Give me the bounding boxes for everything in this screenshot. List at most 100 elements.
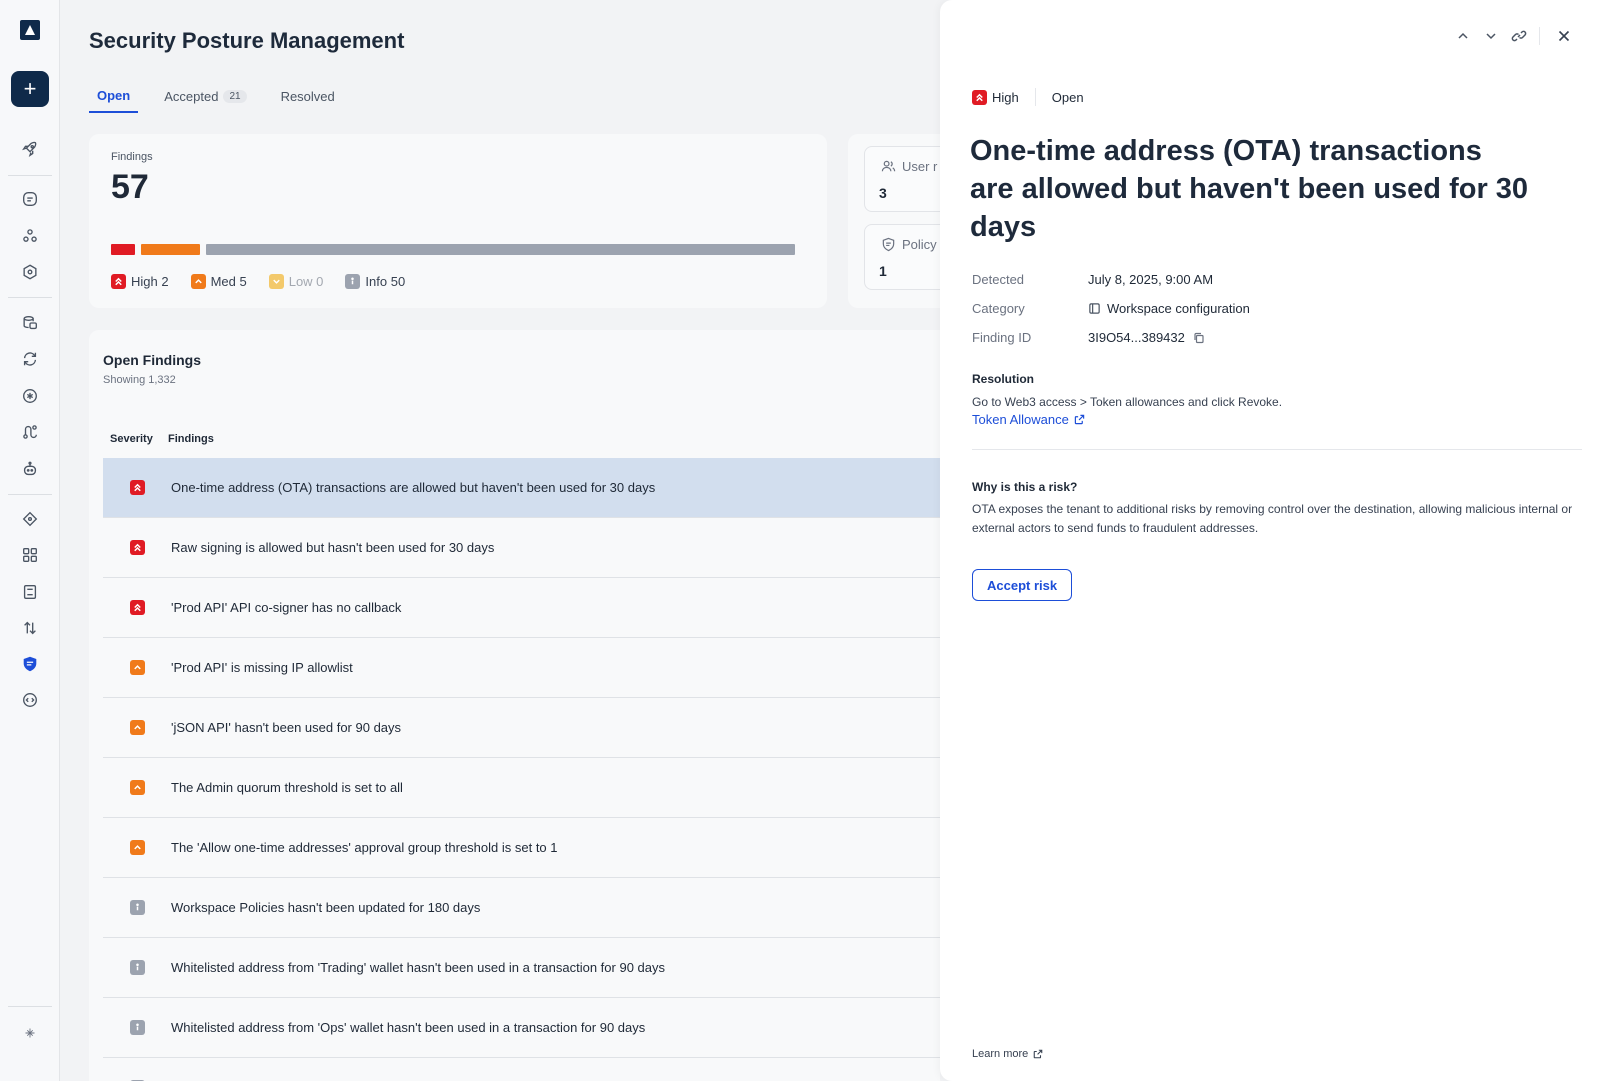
severity-bar-info: [206, 244, 795, 255]
learn-more-link[interactable]: Learn more: [972, 1048, 1043, 1060]
finding-text: Whitelisted address from 'Trading' walle…: [171, 960, 665, 975]
category-value: Workspace configuration: [1107, 301, 1250, 316]
severity-distribution-bar: [111, 244, 801, 255]
sparkle-icon[interactable]: [20, 1023, 40, 1043]
policy-value: 1: [879, 263, 887, 279]
resolution-text: Go to Web3 access > Token allowances and…: [972, 395, 1283, 409]
copy-link-button[interactable]: [1507, 24, 1531, 48]
sort-icon[interactable]: [20, 618, 40, 638]
finding-text: 'Prod API' is missing IP allowlist: [171, 660, 353, 675]
finding-id-row: Finding ID 3I9O54...389432: [972, 330, 1205, 345]
table-row[interactable]: One-time address (OTA) transactions are …: [103, 458, 940, 518]
sidebar-divider: [8, 494, 52, 495]
main-content: Security Posture Management Open Accepte…: [60, 0, 940, 1081]
code-icon[interactable]: [20, 690, 40, 710]
finding-detail-drawer: High Open One-time address (OTA) transac…: [940, 0, 1600, 1081]
sidebar-divider: [8, 297, 52, 298]
table-row[interactable]: 'Prod API' API co-signer has no callback: [103, 578, 940, 638]
table-row[interactable]: The Admin quorum threshold is set to all: [103, 758, 940, 818]
legend-info[interactable]: Info 50: [345, 274, 405, 289]
close-drawer-button[interactable]: [1552, 24, 1576, 48]
accept-risk-button[interactable]: Accept risk: [972, 569, 1073, 601]
medium-severity-icon: [129, 780, 145, 795]
table-row[interactable]: Whitelisted address from 'Trading' walle…: [103, 938, 940, 998]
drawer-badges: High Open: [972, 88, 1084, 106]
network-icon[interactable]: [20, 509, 40, 529]
tab-count-badge: 21: [223, 90, 247, 103]
sidebar-divider: [8, 1006, 52, 1007]
risk-text: OTA exposes the tenant to additional ris…: [972, 502, 1573, 535]
refresh-icon[interactable]: [20, 349, 40, 369]
table-row[interactable]: The 'Allow one-time addresses' approval …: [103, 818, 940, 878]
chevron-down-icon: [1486, 33, 1496, 40]
previous-finding-button[interactable]: [1451, 24, 1475, 48]
external-link-icon: [1033, 1049, 1043, 1059]
database-icon[interactable]: [20, 313, 40, 333]
asterisk-icon[interactable]: [20, 386, 40, 406]
table-row[interactable]: 'jSON API' hasn't been used for 90 days: [103, 698, 940, 758]
book-icon[interactable]: [20, 582, 40, 602]
policy-icon: [882, 237, 895, 252]
high-severity-icon: [129, 600, 145, 615]
users-icon[interactable]: [20, 226, 40, 246]
detected-value: July 8, 2025, 9:00 AM: [1088, 272, 1214, 287]
severity-legend: High 2 Med 5 Low 0 Info 50: [111, 274, 427, 289]
tab-accepted[interactable]: Accepted 21: [156, 86, 254, 113]
sidebar: +: [0, 0, 60, 1081]
hexagon-icon[interactable]: [20, 262, 40, 282]
page-title: Security Posture Management: [89, 28, 405, 53]
new-button[interactable]: +: [11, 71, 49, 107]
user-roles-title: User r: [902, 159, 938, 174]
shield-icon[interactable]: [20, 654, 40, 674]
rocket-icon[interactable]: [20, 139, 40, 159]
legend-med[interactable]: Med 5: [190, 274, 247, 289]
user-roles-card[interactable]: User r 3: [864, 146, 940, 212]
copy-icon[interactable]: [1193, 332, 1205, 344]
finding-text: The Admin quorum threshold is set to all: [171, 780, 403, 795]
tab-resolved[interactable]: Resolved: [273, 86, 343, 113]
severity-bar-high: [111, 244, 135, 255]
finding-text: Workspace Policies hasn't been updated f…: [171, 900, 481, 915]
medium-severity-icon: [129, 840, 145, 855]
severity-badge: High: [992, 89, 1019, 105]
resolution-heading: Resolution: [972, 372, 1034, 386]
close-icon: [1558, 30, 1570, 42]
finding-text: 'Prod API' API co-signer has no callback: [171, 600, 402, 615]
workflow-icon[interactable]: [20, 422, 40, 442]
link-icon: [1511, 30, 1527, 42]
chevron-up-icon: [1458, 32, 1468, 39]
legend-high[interactable]: High 2: [111, 274, 169, 289]
column-header-severity[interactable]: Severity: [110, 433, 153, 445]
high-severity-icon: [129, 480, 145, 495]
apps-icon[interactable]: [20, 545, 40, 565]
finding-text: The 'Allow one-time addresses' approval …: [171, 840, 558, 855]
table-row[interactable]: Raw signing is allowed but hasn't been u…: [103, 518, 940, 578]
medium-severity-icon: [129, 720, 145, 735]
table-row[interactable]: 'Prod API' is missing IP allowlist: [103, 638, 940, 698]
policy-title: Policy: [902, 237, 937, 252]
high-severity-icon: [972, 89, 987, 105]
tab-open[interactable]: Open: [89, 86, 139, 113]
finding-title: One-time address (OTA) transactions are …: [970, 135, 1529, 243]
legend-low[interactable]: Low 0: [268, 274, 323, 289]
next-finding-button[interactable]: [1479, 24, 1503, 48]
high-severity-icon: [111, 274, 126, 289]
chat-icon[interactable]: [20, 189, 40, 209]
status-badge: Open: [1051, 89, 1084, 105]
drawer-toolbar: [1447, 24, 1576, 48]
column-header-findings[interactable]: Findings: [168, 433, 214, 445]
robot-icon[interactable]: [20, 459, 40, 479]
high-severity-icon: [129, 540, 145, 555]
info-severity-icon: [129, 900, 145, 915]
findings-total: 57: [111, 168, 149, 206]
policy-card[interactable]: Policy 1: [864, 224, 940, 290]
table-row[interactable]: Whitelisted address from 'Ops' wallet ha…: [103, 998, 940, 1058]
table-row[interactable]: Whitelisted address from 'Ops' wallet ha…: [103, 1058, 940, 1081]
side-stats-panel: User r 3 Policy 1: [848, 134, 940, 308]
token-allowance-link[interactable]: Token Allowance: [972, 412, 1085, 427]
table-row[interactable]: Workspace Policies hasn't been updated f…: [103, 878, 940, 938]
finding-text: One-time address (OTA) transactions are …: [171, 480, 656, 495]
open-findings-title: Open Findings: [103, 352, 201, 368]
logo[interactable]: [20, 20, 40, 40]
info-severity-icon: [129, 1020, 145, 1035]
